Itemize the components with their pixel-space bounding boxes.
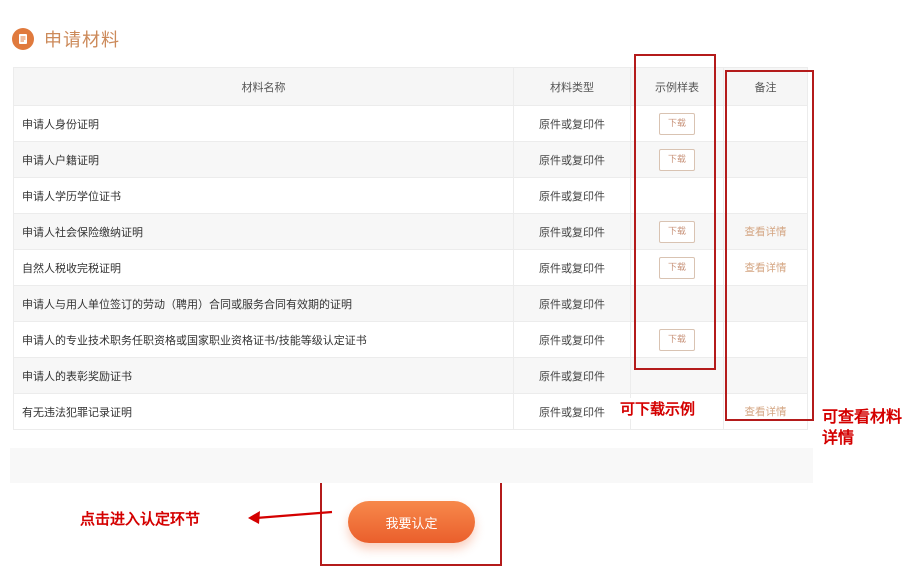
- material-name: 申请人的专业技术职务任职资格或国家职业资格证书/技能等级认定证书: [13, 321, 514, 358]
- highlight-box-sample-column: [634, 54, 716, 370]
- footer-band: [10, 448, 813, 483]
- material-type: 原件或复印件: [513, 321, 631, 358]
- material-name: 申请人的表彰奖励证书: [13, 357, 514, 394]
- header-material-type: 材料类型: [513, 67, 631, 106]
- material-name: 申请人与用人单位签订的劳动（聘用）合同或服务合同有效期的证明: [13, 285, 514, 322]
- document-icon: [12, 28, 34, 50]
- material-type: 原件或复印件: [513, 213, 631, 250]
- material-name: 申请人身份证明: [13, 105, 514, 142]
- section-header: 申请材料: [12, 26, 120, 52]
- annotation-download-sample: 可下载示例: [618, 398, 698, 419]
- apply-certification-button[interactable]: 我要认定: [348, 501, 475, 543]
- material-type: 原件或复印件: [513, 393, 631, 430]
- material-type: 原件或复印件: [513, 141, 631, 178]
- annotation-view-details: 可查看材料详情: [822, 407, 903, 447]
- header-material-name: 材料名称: [13, 67, 514, 106]
- material-type: 原件或复印件: [513, 177, 631, 214]
- highlight-box-note-column: [725, 70, 814, 421]
- material-name: 自然人税收完税证明: [13, 249, 514, 286]
- material-name: 有无违法犯罪记录证明: [13, 393, 514, 430]
- material-type: 原件或复印件: [513, 357, 631, 394]
- material-name: 申请人学历学位证书: [13, 177, 514, 214]
- annotation-click-enter: 点击进入认定环节: [80, 510, 201, 528]
- material-type: 原件或复印件: [513, 285, 631, 322]
- material-name: 申请人社会保险缴纳证明: [13, 213, 514, 250]
- material-name: 申请人户籍证明: [13, 141, 514, 178]
- material-type: 原件或复印件: [513, 249, 631, 286]
- section-title: 申请材料: [44, 30, 120, 51]
- arrow-left-icon: [248, 510, 333, 524]
- material-type: 原件或复印件: [513, 105, 631, 142]
